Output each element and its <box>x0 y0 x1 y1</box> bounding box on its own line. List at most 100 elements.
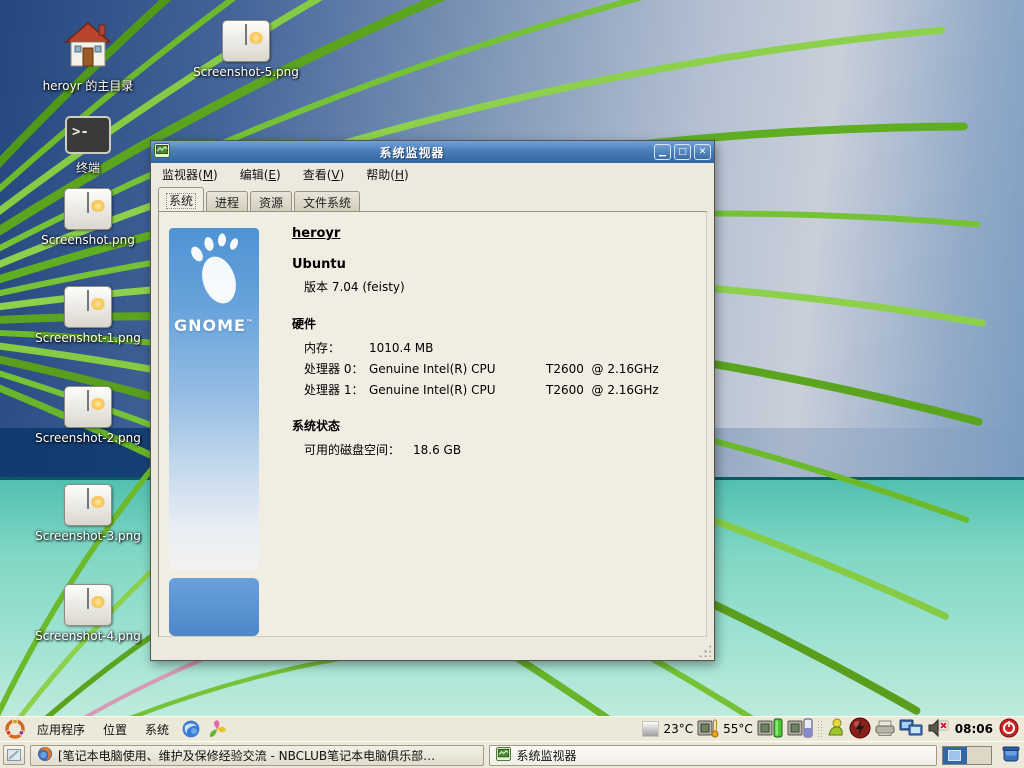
ubuntu-logo-icon[interactable] <box>5 719 25 739</box>
app-launcher-icon[interactable] <box>207 719 227 739</box>
image-thumbnail-icon <box>64 584 112 626</box>
cpu1-detail: T2600 @ 2.16GHz <box>546 380 659 401</box>
distro-release: 版本 7.04 (feisty) <box>292 278 692 295</box>
cpu0-model: Genuine Intel(R) CPU <box>369 359 496 380</box>
memory-label: 内存： <box>304 341 340 355</box>
cpu0-row: 处理器 0： Genuine Intel(R) CPU T2600 @ 2.16… <box>292 359 692 380</box>
minimize-button[interactable]: ▁ <box>654 144 671 160</box>
taskbar-panel: [笔记本电脑使用、维护及保修经验交流 - NBCLUB笔记本电脑俱乐部… 系统监… <box>0 741 1024 768</box>
gnome-foot-icon <box>169 228 259 314</box>
task-button-firefox[interactable]: [笔记本电脑使用、维护及保修经验交流 - NBCLUB笔记本电脑俱乐部… <box>30 745 485 766</box>
quit-power-icon[interactable] <box>999 718 1019 741</box>
system-status-heading: 系统状态 <box>292 417 692 434</box>
desktop-icon-screenshot-3[interactable]: Screenshot-3.png <box>18 484 158 543</box>
image-thumbnail-icon <box>64 386 112 428</box>
printer-icon[interactable] <box>875 720 895 739</box>
memory-usage-chip-icon[interactable] <box>787 718 813 741</box>
ambient-temperature: 23°C <box>663 722 693 736</box>
trash-applet-icon[interactable] <box>1001 744 1021 767</box>
memory-row: 内存： 1010.4 MB <box>292 338 692 359</box>
home-icon <box>62 20 114 76</box>
banner-footer-block <box>169 578 259 636</box>
desktop-icon-terminal[interactable]: >- 终端 <box>18 116 158 175</box>
cpu1-label: 处理器 1： <box>304 383 363 397</box>
cpu-temperature: 55°C <box>723 722 753 736</box>
system-menu[interactable]: 系统 <box>139 719 175 740</box>
window-title: 系统监视器 <box>173 144 651 161</box>
menu-monitor[interactable]: 监视器(M) <box>162 166 218 183</box>
browser-launcher-icon[interactable] <box>181 719 201 739</box>
clock[interactable]: 08:06 <box>953 722 995 736</box>
tab-filesystems[interactable]: 文件系统 <box>294 191 360 211</box>
disk-value: 18.6 GB <box>413 440 461 461</box>
system-monitor-window: 系统监视器 ▁ □ ✕ 监视器(M) 编辑(E) 查看(V) 帮助(H) 系统 … <box>150 140 715 661</box>
resize-grip[interactable] <box>698 644 711 657</box>
disk-label: 可用的磁盘空间： <box>304 443 400 457</box>
desktop-icon-screenshot-5[interactable]: Screenshot-5.png <box>176 20 316 79</box>
tab-processes[interactable]: 进程 <box>206 191 248 211</box>
image-thumbnail-icon <box>64 286 112 328</box>
workspace-1[interactable] <box>943 747 967 764</box>
desktop-icon-label: Screenshot-4.png <box>18 629 158 643</box>
gnome-panel: 应用程序 位置 系统 23°C 55°C <box>0 716 1024 741</box>
task-label: [笔记本电脑使用、维护及保修经验交流 - NBCLUB笔记本电脑俱乐部… <box>58 747 435 764</box>
hardware-heading: 硬件 <box>292 315 692 332</box>
task-label: 系统监视器 <box>516 747 576 764</box>
image-thumbnail-icon <box>222 20 270 62</box>
desktop-icon-label: Screenshot-1.png <box>18 331 158 345</box>
tray-separator <box>817 720 822 738</box>
sensor-chip-thermometer-icon[interactable] <box>697 718 719 741</box>
desktop-icon-label: Screenshot.png <box>18 233 158 247</box>
workspace-switcher <box>942 746 992 765</box>
system-tray: 23°C 55°C <box>642 717 1019 742</box>
system-monitor-icon <box>496 747 511 764</box>
cpu1-model: Genuine Intel(R) CPU <box>369 380 496 401</box>
hostname: heroyr <box>292 226 692 241</box>
desktop-icon-screenshot-1[interactable]: Screenshot-1.png <box>18 286 158 345</box>
desktop-icon-screenshot[interactable]: Screenshot.png <box>18 188 158 247</box>
disk-row: 可用的磁盘空间： 18.6 GB <box>292 440 692 461</box>
desktop-icon-label: Screenshot-2.png <box>18 431 158 445</box>
task-button-system-monitor[interactable]: 系统监视器 <box>489 745 937 766</box>
tab-system[interactable]: 系统 <box>158 187 204 211</box>
window-bottom-strip <box>151 637 714 660</box>
workspace-window-thumb <box>948 750 961 761</box>
image-thumbnail-icon <box>64 484 112 526</box>
desktop-icon-screenshot-2[interactable]: Screenshot-2.png <box>18 386 158 445</box>
image-thumbnail-icon <box>64 188 112 230</box>
power-manager-icon[interactable] <box>849 717 871 742</box>
cpu0-label: 处理器 0： <box>304 362 363 376</box>
desktop-icon-home[interactable]: heroyr 的主目录 <box>18 20 158 93</box>
tabstrip: 系统 进程 资源 文件系统 <box>151 186 714 211</box>
gnome-brand-text: GNOME™ <box>169 316 259 335</box>
cpufreq-applet-icon[interactable] <box>642 721 659 737</box>
show-desktop-button[interactable] <box>3 745 25 765</box>
menu-edit[interactable]: 编辑(E) <box>240 166 281 183</box>
applications-menu[interactable]: 应用程序 <box>31 719 91 740</box>
close-button[interactable]: ✕ <box>694 144 711 160</box>
cpu-usage-chip-icon[interactable] <box>757 718 783 741</box>
maximize-button[interactable]: □ <box>674 144 691 160</box>
svg-text:>-: >- <box>72 124 89 140</box>
menubar: 监视器(M) 编辑(E) 查看(V) 帮助(H) <box>151 163 714 186</box>
menu-help[interactable]: 帮助(H) <box>366 166 408 183</box>
tab-resources[interactable]: 资源 <box>250 191 292 211</box>
system-tab-page: GNOME™ heroyr Ubuntu 版本 7.04 (feisty) 硬件… <box>158 211 707 637</box>
menu-view[interactable]: 查看(V) <box>303 166 345 183</box>
desktop-icon-screenshot-4[interactable]: Screenshot-4.png <box>18 584 158 643</box>
memory-value: 1010.4 MB <box>369 338 433 359</box>
volume-muted-icon[interactable] <box>927 718 949 741</box>
cpu0-detail: T2600 @ 2.16GHz <box>546 359 659 380</box>
notification-user-icon[interactable] <box>826 718 845 740</box>
cpu1-row: 处理器 1： Genuine Intel(R) CPU T2600 @ 2.16… <box>292 380 692 401</box>
places-menu[interactable]: 位置 <box>97 719 133 740</box>
window-titlebar[interactable]: 系统监视器 ▁ □ ✕ <box>151 141 714 163</box>
desktop-icon-label: heroyr 的主目录 <box>18 79 158 93</box>
terminal-icon: >- <box>65 116 111 158</box>
workspace-2[interactable] <box>967 747 991 764</box>
distro-name: Ubuntu <box>292 257 692 272</box>
desktop-icon-label: 终端 <box>18 161 158 175</box>
network-monitor-icon[interactable] <box>899 718 923 741</box>
firefox-icon <box>37 746 53 765</box>
desktop-icon-label: Screenshot-3.png <box>18 529 158 543</box>
